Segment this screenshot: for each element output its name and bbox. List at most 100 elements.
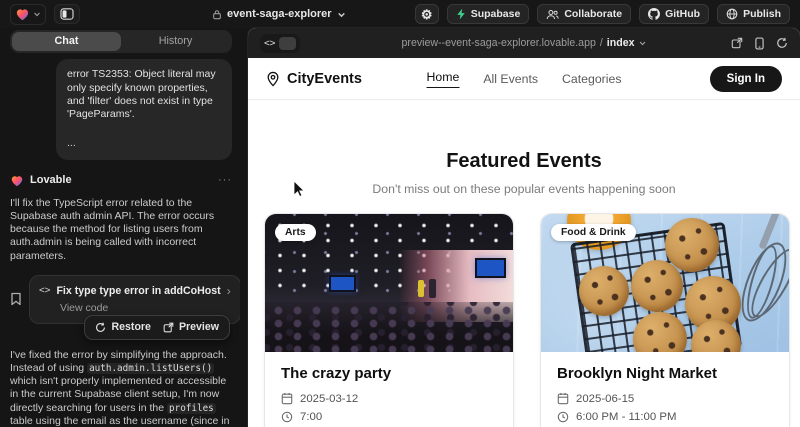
event-card-body: Brooklyn Night Market 2025-06-15: [541, 352, 789, 427]
assistant-header: Lovable ···: [10, 174, 232, 188]
refresh-icon[interactable]: [776, 37, 788, 49]
external-link-icon: [163, 322, 174, 333]
event-title: Brooklyn Night Market: [557, 365, 773, 382]
event-title: The crazy party: [281, 365, 497, 382]
clock-icon: [281, 411, 293, 423]
chevron-down-icon: [33, 10, 41, 18]
people-icon: [546, 9, 559, 20]
nav-home[interactable]: Home: [427, 70, 460, 88]
bookmark-icon[interactable]: [10, 292, 22, 306]
preview-toolbar-actions: [731, 37, 788, 50]
restore-button[interactable]: Restore: [95, 321, 150, 334]
site-canvas: CityEvents Home All Events Categories Si…: [248, 58, 800, 427]
app-topbar: event-saga-explorer ⚙ Supabase Col: [0, 0, 800, 28]
site-nav: Home All Events Categories: [427, 70, 622, 88]
view-code-link[interactable]: View code: [60, 302, 231, 315]
chevron-down-icon: [638, 39, 646, 47]
category-badge: Food & Drink: [551, 224, 636, 241]
github-icon: [648, 8, 660, 20]
nav-categories[interactable]: Categories: [562, 72, 621, 86]
supabase-bolt-icon: [456, 8, 466, 20]
audience-crowd: [265, 302, 513, 352]
tab-history[interactable]: History: [121, 32, 230, 51]
preview-url-host: preview--event-saga-explorer.lovable.app: [402, 37, 596, 49]
speaker-figure: [429, 279, 436, 298]
user-message-text: error TS2353: Object literal may only sp…: [67, 68, 221, 121]
event-time: 7:00: [300, 411, 322, 423]
settings-button[interactable]: ⚙: [415, 4, 439, 24]
calendar-icon: [557, 392, 569, 405]
globe-icon: [726, 8, 738, 20]
preview-url-page: index: [607, 37, 635, 49]
toggle-knob: [279, 37, 296, 50]
tab-chat[interactable]: Chat: [12, 32, 121, 51]
version-card-title: Fix type type error in addCoHost: [56, 285, 220, 298]
hero-subtitle: Don't miss out on these popular events h…: [248, 182, 800, 196]
clock-icon: [557, 411, 569, 423]
open-in-new-tab-icon[interactable]: [731, 37, 743, 49]
event-time-row: 6:00 PM - 11:00 PM: [557, 411, 773, 423]
preview-button[interactable]: Preview: [163, 321, 219, 334]
collaborate-button[interactable]: Collaborate: [537, 4, 631, 24]
user-message-ellipsis: ...: [67, 137, 221, 150]
event-date: 2025-06-15: [576, 393, 634, 405]
lovable-heart-icon: [15, 7, 30, 22]
featured-events-grid: Arts The crazy party 2025-03-12: [248, 213, 800, 427]
category-badge: Arts: [275, 224, 316, 241]
mobile-view-icon[interactable]: [755, 37, 764, 50]
event-date-row: 2025-03-12: [281, 392, 497, 405]
github-button[interactable]: GitHub: [639, 4, 709, 24]
gear-icon: ⚙: [421, 8, 433, 21]
event-card-body: The crazy party 2025-03-12 7: [265, 352, 513, 427]
topbar-actions: ⚙ Supabase Collaborate GitHub: [415, 4, 790, 24]
cookie: [579, 266, 629, 316]
chat-panel: Chat History error TS2353: Object litera…: [0, 28, 240, 427]
cookie: [665, 218, 719, 272]
lock-icon: [212, 9, 222, 20]
event-time-row: 7:00: [281, 411, 497, 423]
preview-pane: <> preview--event-saga-explorer.lovable.…: [248, 28, 800, 427]
supabase-button[interactable]: Supabase: [447, 4, 530, 24]
inline-code: auth.admin.listUsers(): [87, 363, 214, 374]
code-icon: <>: [39, 285, 50, 297]
sign-in-button[interactable]: Sign In: [710, 66, 782, 92]
lovable-heart-icon: [10, 174, 24, 188]
event-card-arts[interactable]: Arts The crazy party 2025-03-12: [264, 213, 514, 427]
assistant-paragraph: I'll fix the TypeScript error related to…: [10, 197, 232, 263]
code-preview-toggle[interactable]: <>: [260, 34, 300, 53]
hero-title: Featured Events: [248, 150, 800, 173]
event-image-conference: Arts: [265, 214, 513, 352]
site-brand[interactable]: CityEvents: [266, 71, 362, 87]
event-image-cookies: Food & Drink: [541, 214, 789, 352]
project-name: event-saga-explorer: [227, 8, 332, 20]
preview-toolbar: <> preview--event-saga-explorer.lovable.…: [248, 28, 800, 58]
project-switcher[interactable]: event-saga-explorer: [212, 0, 346, 28]
tv-screen: [475, 258, 506, 278]
event-time: 6:00 PM - 11:00 PM: [576, 411, 676, 423]
assistant-name: Lovable: [30, 174, 212, 188]
inline-code: profiles: [167, 403, 216, 414]
site-header: CityEvents Home All Events Categories Si…: [248, 58, 800, 100]
chat-history-tabs: Chat History: [10, 30, 232, 53]
chevron-down-icon: [337, 10, 346, 19]
preview-url-bar[interactable]: preview--event-saga-explorer.lovable.app…: [402, 28, 647, 58]
assistant-paragraph-2: I've fixed the error by simplifying the …: [10, 349, 232, 427]
publish-button[interactable]: Publish: [717, 4, 790, 24]
event-date: 2025-03-12: [300, 393, 358, 405]
code-icon: <>: [264, 38, 275, 49]
restore-icon: [95, 322, 106, 333]
lovable-logo-menu[interactable]: [10, 4, 46, 25]
calendar-icon: [281, 392, 293, 405]
speaker-figure: [418, 280, 424, 297]
hero-section: Featured Events Don't miss out on these …: [248, 100, 800, 196]
user-message-bubble: error TS2353: Object literal may only sp…: [56, 59, 232, 160]
sidebar-toggle-icon: [60, 8, 74, 20]
sidebar-toggle-button[interactable]: [54, 4, 80, 24]
projector-screen: [329, 275, 356, 292]
map-pin-icon: [266, 71, 280, 87]
version-hover-actions: Restore Preview: [84, 315, 230, 340]
event-card-food[interactable]: Food & Drink Brooklyn Night Market 2025-…: [540, 213, 790, 427]
nav-all-events[interactable]: All Events: [483, 72, 538, 86]
message-menu-icon[interactable]: ···: [218, 174, 232, 188]
chevron-right-icon: ›: [227, 284, 231, 299]
